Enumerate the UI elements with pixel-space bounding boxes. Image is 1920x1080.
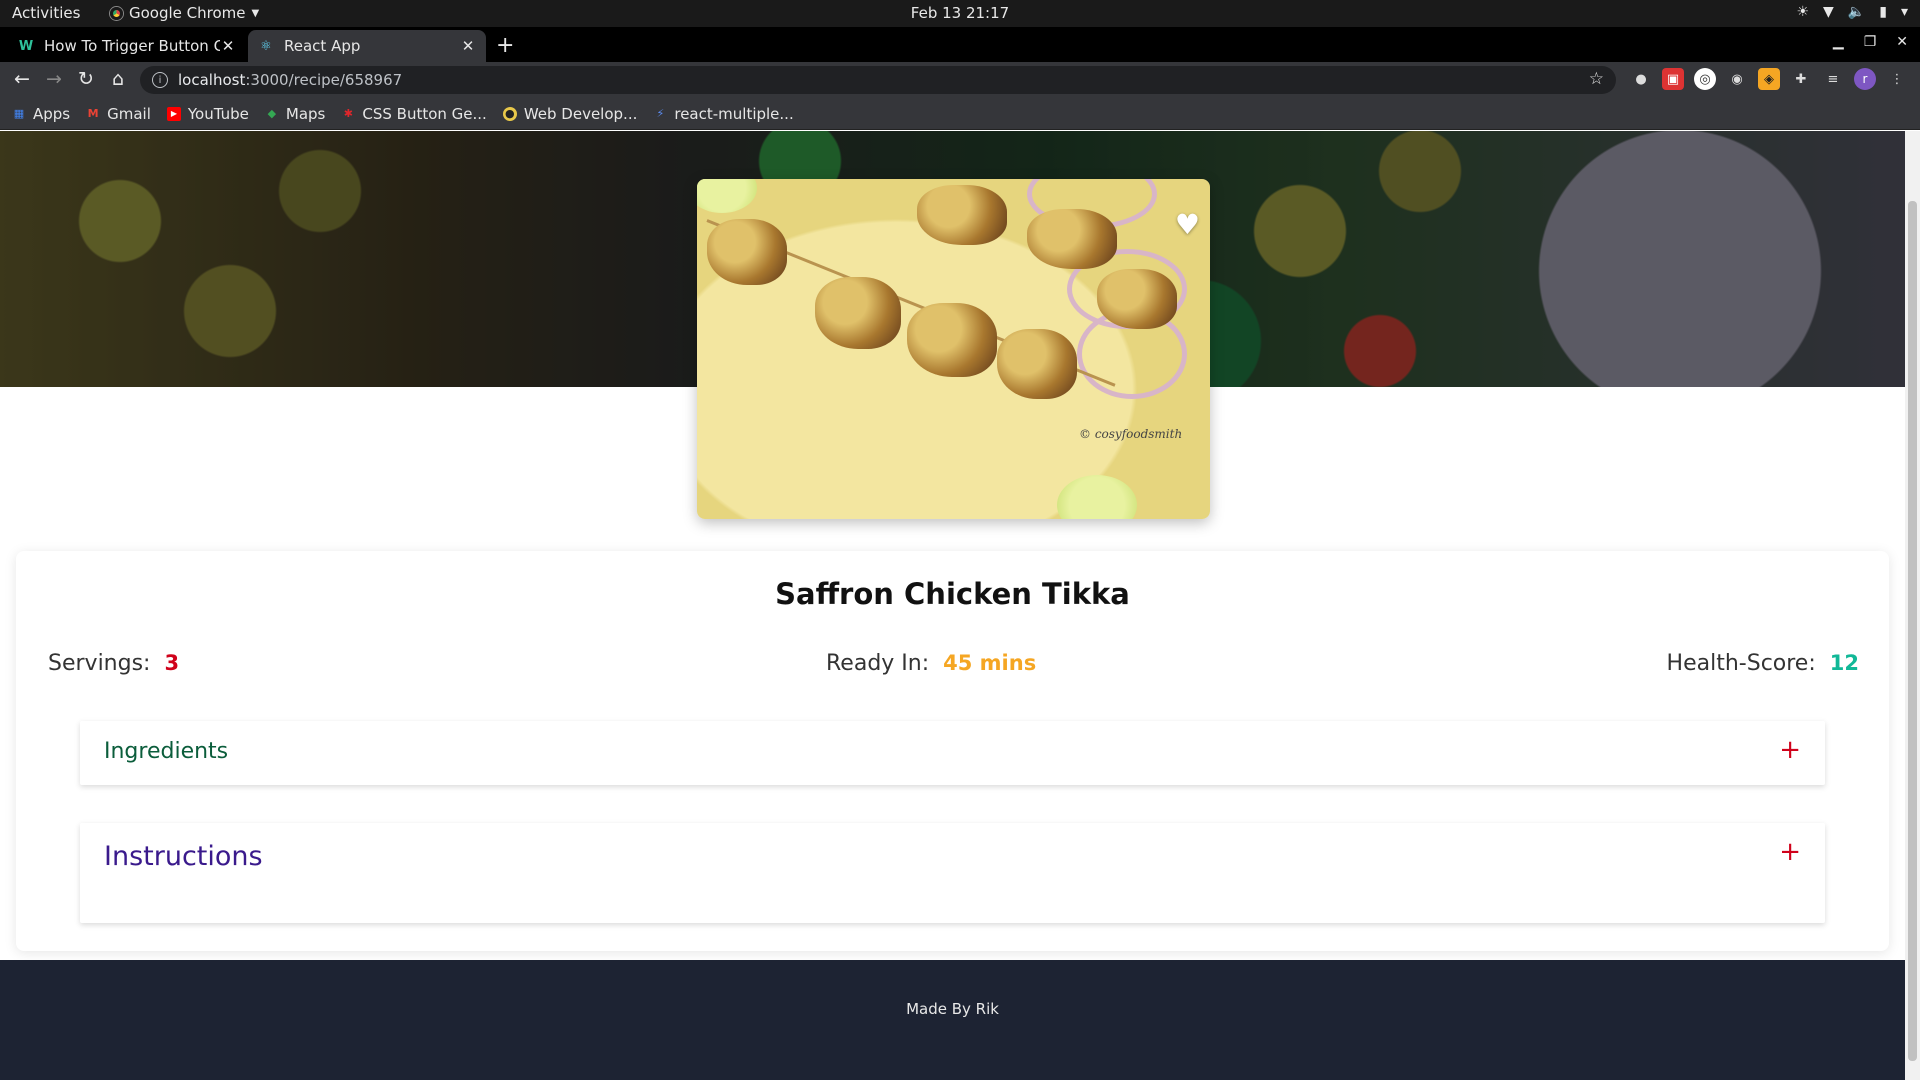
web-dev-icon: ● — [502, 106, 517, 121]
scrollbar-thumb[interactable] — [1908, 201, 1917, 1061]
tab-title: React App — [284, 37, 361, 55]
address-bar[interactable]: i localhost :3000/recipe/658967 ☆ — [140, 66, 1616, 94]
bookmark-gmail[interactable]: M Gmail — [86, 105, 151, 123]
extension-icon-1[interactable]: ● — [1630, 68, 1652, 90]
chicken-piece — [707, 219, 787, 285]
bookmark-maps[interactable]: ◆ Maps — [265, 105, 326, 123]
volume-icon: 🔈 — [1847, 4, 1866, 20]
servings-label: Servings: — [48, 651, 151, 676]
chicken-piece — [815, 277, 901, 349]
close-window-icon[interactable]: ✕ — [1896, 34, 1908, 50]
page-scrollbar[interactable] — [1905, 131, 1920, 1080]
bookmark-star-icon[interactable]: ☆ — [1589, 69, 1604, 89]
minimize-icon[interactable]: ▁ — [1833, 34, 1844, 50]
bookmark-youtube[interactable]: ▶ YouTube — [166, 105, 249, 123]
site-info-icon[interactable]: i — [152, 72, 168, 88]
forward-arrow-icon[interactable]: → — [42, 68, 66, 90]
ready-in-label: Ready In: — [826, 651, 930, 676]
footer: Made By Rik — [0, 960, 1905, 1080]
chevron-down-icon: ▾ — [1900, 4, 1908, 20]
bookmark-react-multiple[interactable]: ⚡ react-multiple... — [653, 105, 793, 123]
footer-text: Made By Rik — [906, 1000, 999, 1018]
gmail-icon: M — [87, 107, 99, 120]
caret-down-icon: ▼ — [251, 7, 260, 19]
tab-react-app[interactable]: ⚛ React App ✕ — [248, 30, 486, 62]
close-icon[interactable]: ✕ — [460, 37, 476, 55]
recipe-card: Saffron Chicken Tikka Servings: 3 Ready … — [16, 551, 1889, 951]
url-host: localhost — [178, 71, 246, 89]
restore-icon[interactable]: ❐ — [1864, 34, 1877, 50]
avatar[interactable]: r — [1854, 68, 1876, 90]
bookmarks-bar: ▦ Apps M Gmail ▶ YouTube ◆ Maps ✱ CSS Bu… — [0, 98, 1920, 130]
recipe-title: Saffron Chicken Tikka — [775, 577, 1130, 611]
ready-in-stat: Ready In: 45 mins — [826, 651, 1036, 676]
health-score-value: 12 — [1829, 651, 1859, 675]
servings-stat: Servings: 3 — [48, 651, 179, 676]
chicken-piece — [1027, 209, 1117, 269]
apps-grid-icon: ▦ — [13, 107, 25, 120]
back-arrow-icon[interactable]: ← — [10, 68, 34, 90]
health-score-stat: Health-Score: 12 — [1667, 651, 1859, 676]
react-icon: ⚛ — [260, 38, 272, 54]
tab-how-to-trigger[interactable]: W How To Trigger Button Cl ✕ — [8, 30, 246, 62]
ingredients-accordion[interactable]: Ingredients + — [80, 721, 1825, 785]
reload-icon[interactable]: ↻ — [74, 68, 98, 90]
expand-plus-icon[interactable]: + — [1779, 839, 1801, 865]
puzzle-icon[interactable]: ✚ — [1790, 68, 1812, 90]
app-menu[interactable]: Google Chrome ▼ — [110, 4, 259, 22]
instructions-heading: Instructions — [104, 841, 263, 872]
battery-icon: ▮ — [1879, 4, 1887, 20]
chrome-icon — [110, 6, 123, 20]
page-viewport: © cosyfoodsmith ♥ Saffron Chicken Tikka … — [0, 131, 1905, 1080]
bookmark-apps[interactable]: ▦ Apps — [12, 105, 70, 123]
recipe-image: © cosyfoodsmith ♥ — [697, 179, 1210, 519]
home-icon[interactable]: ⌂ — [106, 68, 130, 90]
wifi-icon: ▼ — [1823, 4, 1834, 20]
extension-icon-3[interactable]: ◎ — [1694, 68, 1716, 90]
extensions-row: ● ▣ ◎ ◉ ◈ ✚ ≡ r ⋮ — [1630, 68, 1908, 90]
expand-plus-icon[interactable]: + — [1779, 737, 1801, 763]
bookmark-css-button-generator[interactable]: ✱ CSS Button Ge... — [341, 105, 487, 123]
close-icon[interactable]: ✕ — [220, 37, 236, 55]
css-icon: ✱ — [343, 107, 353, 120]
w-icon: W — [18, 38, 34, 54]
bolt-icon: ⚡ — [656, 107, 665, 120]
chicken-piece — [1097, 269, 1177, 329]
lime-slice — [1057, 475, 1137, 519]
browser-toolbar: ← → ↻ ⌂ i localhost :3000/recipe/658967 … — [0, 62, 1920, 98]
ready-in-value: 45 mins — [943, 651, 1037, 675]
clock[interactable]: Feb 13 21:17 — [0, 4, 1920, 22]
url-path: :3000/recipe/658967 — [245, 71, 403, 89]
chicken-piece — [907, 303, 997, 377]
brightness-icon: ☀ — [1796, 4, 1810, 20]
app-name: Google Chrome — [129, 4, 246, 22]
servings-value: 3 — [164, 651, 180, 675]
media-queue-icon[interactable]: ≡ — [1822, 68, 1844, 90]
instructions-accordion[interactable]: Instructions + — [80, 823, 1825, 923]
maps-icon: ◆ — [267, 107, 277, 120]
bookmark-web-developer[interactable]: ● Web Develop... — [502, 105, 637, 123]
activities-button[interactable]: Activities — [12, 4, 80, 22]
lime-slice — [697, 179, 757, 213]
chicken-piece — [917, 185, 1007, 245]
ingredients-heading: Ingredients — [104, 739, 229, 764]
system-top-bar: Activities Google Chrome ▼ Feb 13 21:17 … — [0, 0, 1920, 27]
kebab-menu-icon[interactable]: ⋮ — [1886, 68, 1908, 90]
extension-icon-4[interactable]: ◉ — [1726, 68, 1748, 90]
tab-strip: W How To Trigger Button Cl ✕ ⚛ React App… — [0, 27, 1920, 62]
window-controls: ▁ ❐ ✕ — [1833, 34, 1908, 50]
favorite-heart-icon[interactable]: ♥ — [1175, 211, 1200, 239]
youtube-icon: ▶ — [166, 106, 181, 121]
health-score-label: Health-Score: — [1666, 651, 1816, 676]
chicken-piece — [997, 329, 1077, 399]
extension-icon-5[interactable]: ◈ — [1758, 68, 1780, 90]
photo-watermark: © cosyfoodsmith — [1079, 427, 1183, 441]
new-tab-button[interactable]: + — [496, 33, 514, 58]
tab-title: How To Trigger Button Cl — [44, 37, 220, 55]
extension-icon-2[interactable]: ▣ — [1662, 68, 1684, 90]
system-tray[interactable]: ☀ ▼ 🔈 ▮ ▾ — [1796, 4, 1908, 20]
